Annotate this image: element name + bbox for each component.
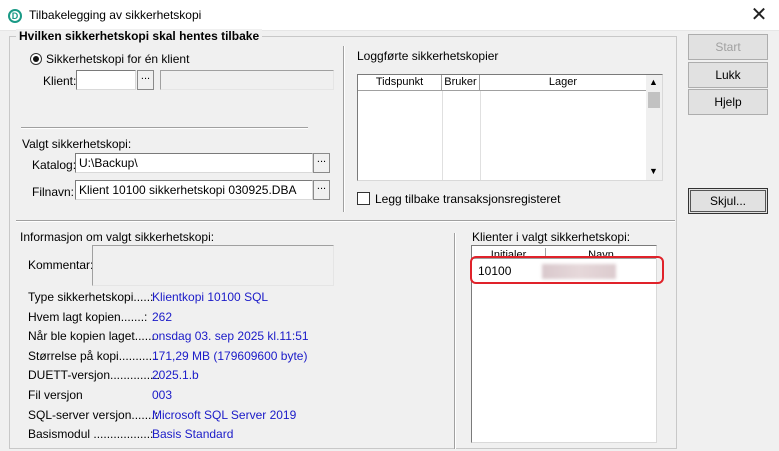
info-label: Type sikkerhetskopi.....: xyxy=(28,290,154,304)
filnavn-browse-button[interactable]: ... xyxy=(313,180,330,200)
info-label: Fil versjon xyxy=(28,388,83,402)
scroll-up-icon[interactable]: ▲ xyxy=(649,77,658,87)
main-group-title: Hvilken sikkerhetskopi skal hentes tilba… xyxy=(16,29,263,43)
transaction-register-label: Legg tilbake transaksjonsregisteret xyxy=(375,192,561,206)
filnavn-input[interactable]: Klient 10100 sikkerhetskopi 030925.DBA xyxy=(75,180,313,200)
transaction-register-checkbox[interactable] xyxy=(357,192,370,205)
window-title: Tilbakelegging av sikkerhetskopi xyxy=(29,8,202,22)
start-button[interactable]: Start xyxy=(688,34,768,60)
scroll-thumb[interactable] xyxy=(648,92,660,108)
filnavn-label: Filnavn: xyxy=(32,185,75,199)
info-label: Hvem lagt kopien.......: xyxy=(28,309,148,324)
info-title: Informasjon om valgt sikkerhetskopi: xyxy=(20,230,215,244)
katalog-label: Katalog: xyxy=(32,158,77,172)
info-label: Størrelse på kopi............ xyxy=(28,348,159,363)
kommentar-label: Kommentar: xyxy=(28,258,94,272)
vertical-divider xyxy=(343,46,345,212)
log-list-header: Tidspunkt Bruker Lager xyxy=(358,75,646,91)
restore-one-radio[interactable] xyxy=(30,53,42,65)
info-value: Microsoft SQL Server 2019 xyxy=(152,407,297,422)
scroll-down-icon[interactable]: ▼ xyxy=(649,166,658,176)
log-list[interactable]: Tidspunkt Bruker Lager ▲ ▼ xyxy=(357,74,663,181)
restore-one-label: Sikkerhetskopi for én klient xyxy=(46,52,190,66)
highlight-annotation xyxy=(470,256,664,284)
info-value: 262 xyxy=(152,309,173,324)
close-icon[interactable]: ✕ xyxy=(744,2,774,28)
log-title: Loggførte sikkerhetskopier xyxy=(357,49,499,63)
info-value: 171,29 MB (179609600 byte) xyxy=(152,348,308,363)
katalog-browse-button[interactable]: ... xyxy=(313,153,330,173)
info-label: DUETT-versjon............... xyxy=(28,368,161,383)
log-scrollbar[interactable]: ▲ ▼ xyxy=(646,75,662,180)
info-value: Klientkopi 10100 SQL xyxy=(152,290,269,304)
info-value: 2025.1.b xyxy=(152,368,199,383)
info-value: 003 xyxy=(152,388,173,402)
log-col-tidspunkt[interactable]: Tidspunkt xyxy=(358,75,442,91)
info-label: SQL-server versjon.......: xyxy=(28,407,159,422)
klient-label: Klient: xyxy=(43,74,77,88)
log-col-line xyxy=(442,91,443,180)
info-label: Når ble kopien laget...... xyxy=(28,329,155,344)
info-value: onsdag 03. sep 2025 kl.11:51 xyxy=(152,329,309,344)
klient-name-field xyxy=(160,70,334,90)
skjul-button[interactable]: Skjul... xyxy=(688,188,768,214)
klient-input[interactable] xyxy=(76,70,136,90)
hjelp-button[interactable]: Hjelp xyxy=(688,89,768,115)
clients-divider xyxy=(454,233,456,449)
info-value: Basis Standard xyxy=(152,427,234,442)
info-divider xyxy=(16,220,675,222)
info-label: Basismodul .................: xyxy=(28,427,154,442)
clients-title: Klienter i valgt sikkerhetskopi: xyxy=(472,230,631,244)
selected-divider xyxy=(21,127,308,129)
kommentar-field xyxy=(92,245,334,286)
log-col-bruker[interactable]: Bruker xyxy=(442,75,480,91)
app-logo-icon: D xyxy=(8,9,22,23)
selected-title: Valgt sikkerhetskopi: xyxy=(22,137,132,151)
log-col-line xyxy=(480,91,481,180)
katalog-input[interactable]: U:\Backup\ xyxy=(75,153,313,173)
log-col-lager[interactable]: Lager xyxy=(480,75,646,91)
lukk-button[interactable]: Lukk xyxy=(688,62,768,88)
klient-browse-button[interactable]: ... xyxy=(137,70,154,90)
